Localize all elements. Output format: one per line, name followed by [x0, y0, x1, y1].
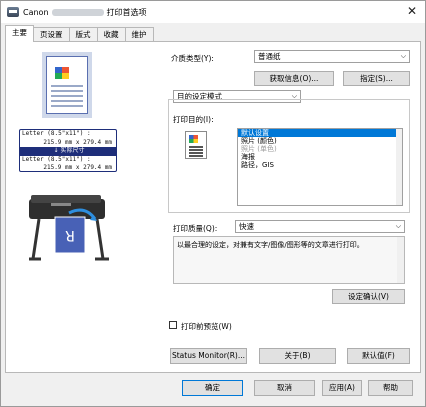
- printing-preferences-window: Canon 打印首选项 ✕ 主要 页设置 版式 收藏 维护 Letter (8.…: [0, 0, 426, 407]
- print-quality-select[interactable]: 快速 ⌵: [235, 220, 405, 233]
- close-icon[interactable]: ✕: [407, 4, 417, 18]
- source-paper-dimensions: 215.9 mm x 279.4 mm: [43, 138, 112, 146]
- help-button[interactable]: 帮助: [368, 380, 413, 396]
- preview-before-print-checkbox[interactable]: [169, 321, 177, 329]
- media-type-label: 介质类型(Y):: [171, 54, 214, 63]
- preview-before-print-label: 打印前预览(W): [181, 322, 232, 331]
- status-monitor-button[interactable]: Status Monitor(R)...: [170, 348, 247, 364]
- chevron-down-icon: ⌵: [395, 222, 401, 230]
- ok-button[interactable]: 确定: [182, 380, 243, 396]
- purpose-item-photo-mono[interactable]: 照片 (单色): [238, 145, 402, 153]
- about-button[interactable]: 关于(B): [259, 348, 336, 364]
- get-info-button[interactable]: 获取信息(O)...: [254, 71, 334, 86]
- window-title: Canon 打印首选项: [23, 7, 147, 18]
- tab-favorites[interactable]: 收藏: [96, 27, 126, 42]
- image-placeholder-icon: [55, 67, 69, 79]
- title-label: 打印首选项: [106, 7, 147, 17]
- chevron-down-icon: ⌵: [400, 52, 406, 60]
- tab-maintenance[interactable]: 维护: [124, 27, 154, 42]
- tab-layout[interactable]: 版式: [68, 27, 98, 42]
- tab-main[interactable]: 主要: [5, 25, 34, 42]
- quality-description-box: 以最合理的设定，对兼有文字/图像/图形等的文章进行打印。: [173, 236, 405, 284]
- tab-bar: 主要 页设置 版式 收藏 维护: [5, 25, 154, 42]
- purpose-item-poster[interactable]: 海报: [238, 153, 402, 161]
- output-paper-dimensions: 215.9 mm x 279.4 mm: [43, 164, 112, 171]
- purpose-item-photo-color[interactable]: 照片 (颜色): [238, 137, 402, 145]
- purpose-item-path-gis[interactable]: 路径，GIS: [238, 161, 402, 169]
- media-type-select[interactable]: 普通纸 ⌵: [254, 50, 410, 63]
- cancel-button[interactable]: 取消: [254, 380, 315, 396]
- large-format-printer-illustration: R: [29, 195, 109, 261]
- title-brand: Canon: [23, 7, 49, 17]
- print-quality-label: 打印质量(Q):: [173, 224, 218, 233]
- defaults-button[interactable]: 默认值(F): [347, 348, 410, 364]
- purpose-item-default[interactable]: 默认设置: [238, 129, 398, 137]
- printer-app-icon: [7, 7, 19, 17]
- title-bar: Canon 打印首选项 ✕: [1, 1, 425, 23]
- settings-confirm-button[interactable]: 设定确认(V): [332, 289, 405, 304]
- print-purpose-label: 打印目的(I):: [173, 115, 214, 124]
- quality-description-text: 以最合理的设定，对兼有文字/图像/图形等的文章进行打印。: [177, 241, 364, 249]
- print-purpose-list[interactable]: 默认设置 照片 (颜色) 照片 (单色) 海报 路径，GIS: [237, 128, 403, 206]
- print-quality-value: 快速: [239, 222, 254, 231]
- source-paper-size: Letter (8.5"x11") :: [22, 130, 91, 137]
- paper-size-info: Letter (8.5"x11") : 215.9 mm x 279.4 mm …: [19, 129, 117, 172]
- mirrored-letter-glyph: R: [65, 227, 75, 243]
- page-preview-thumbnail: [46, 56, 88, 114]
- tab-page-setup[interactable]: 页设置: [33, 27, 70, 42]
- specify-button[interactable]: 指定(S)...: [343, 71, 410, 86]
- purpose-list-scrollbar[interactable]: [396, 129, 402, 205]
- media-type-value: 普通纸: [258, 52, 281, 61]
- redacted-model-name: [51, 8, 104, 16]
- description-scrollbar[interactable]: [397, 237, 404, 283]
- output-paper-size: Letter (8.5"x11") :: [22, 155, 91, 163]
- purpose-preview-icon: [185, 131, 207, 159]
- apply-button[interactable]: 应用(A): [322, 380, 362, 396]
- actual-size-label: ↓ 实际尺寸: [20, 147, 116, 156]
